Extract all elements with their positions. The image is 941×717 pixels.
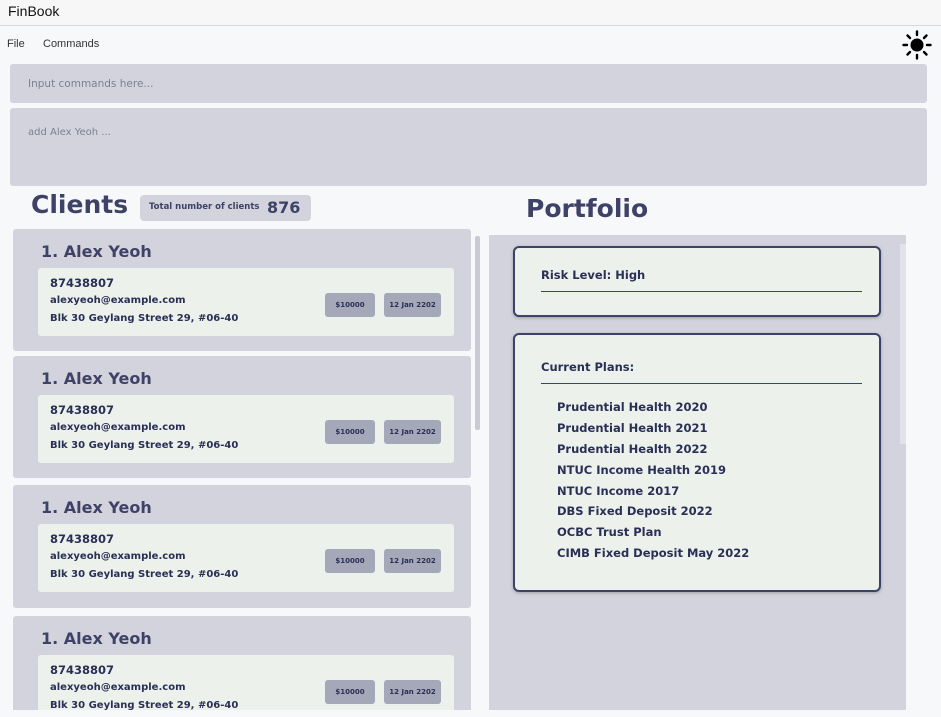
client-phone: 87438807 [50, 276, 115, 290]
client-email: alexyeoh@example.com [50, 551, 186, 562]
menu-bar: File Commands [0, 27, 941, 61]
client-details: 87438807 alexyeoh@example.com Blk 30 Gey… [38, 655, 454, 710]
client-date-tag: 12 Jan 2202 [384, 680, 441, 704]
app-title: FinBook [8, 3, 60, 19]
clients-heading: Clients [31, 190, 129, 219]
plans-divider [541, 383, 862, 384]
plan-item: Prudential Health 2021 [557, 420, 708, 435]
client-address: Blk 30 Geylang Street 29, #06-40 [50, 440, 239, 451]
menu-file[interactable]: File [7, 38, 25, 50]
risk-divider [541, 291, 862, 292]
plan-item: NTUC Income 2017 [557, 483, 680, 498]
client-details: 87438807 alexyeoh@example.com Blk 30 Gey… [38, 268, 454, 336]
client-count-badge: Total number of clients 876 [140, 195, 311, 221]
client-card[interactable]: 1. Alex Yeoh 87438807 alexyeoh@example.c… [13, 616, 471, 710]
plan-item: NTUC Income Health 2019 [557, 462, 727, 477]
plan-item: CIMB Fixed Deposit May 2022 [557, 546, 750, 561]
client-address: Blk 30 Geylang Street 29, #06-40 [50, 313, 239, 324]
client-details: 87438807 alexyeoh@example.com Blk 30 Gey… [38, 395, 454, 463]
client-card[interactable]: 1. Alex Yeoh 87438807 alexyeoh@example.c… [13, 229, 471, 351]
plan-item: Prudential Health 2020 [557, 400, 708, 414]
plan-item: Prudential Health 2022 [557, 441, 708, 456]
client-amount-tag: $10000 [325, 549, 375, 573]
client-card[interactable]: 1. Alex Yeoh 87438807 alexyeoh@example.c… [13, 485, 471, 608]
current-plans-box: Current Plans: Prudential Health 2020 Pr… [513, 333, 881, 592]
client-count-value: 876 [267, 198, 301, 217]
client-name: 1. Alex Yeoh [41, 242, 152, 261]
client-name: 1. Alex Yeoh [41, 369, 152, 388]
title-bar: FinBook [0, 0, 941, 26]
menu-commands[interactable]: Commands [43, 38, 99, 50]
client-count-label: Total number of clients [149, 202, 260, 212]
client-amount-tag: $10000 [325, 680, 375, 704]
client-name: 1. Alex Yeoh [41, 629, 152, 648]
client-email: alexyeoh@example.com [50, 295, 186, 306]
portfolio-scrollbar[interactable] [900, 244, 906, 444]
client-card[interactable]: 1. Alex Yeoh 87438807 alexyeoh@example.c… [13, 356, 471, 478]
risk-level-text: Risk Level: High [541, 268, 646, 282]
client-phone: 87438807 [50, 663, 115, 677]
portfolio-heading: Portfolio [526, 194, 649, 223]
risk-level-box: Risk Level: High [513, 246, 881, 317]
client-amount-tag: $10000 [325, 293, 375, 317]
client-email: alexyeoh@example.com [50, 682, 186, 693]
current-plans-heading: Current Plans: [541, 360, 635, 374]
client-amount-tag: $10000 [325, 420, 375, 444]
client-phone: 87438807 [50, 403, 115, 417]
client-details: 87438807 alexyeoh@example.com Blk 30 Gey… [38, 524, 454, 592]
sun-icon[interactable] [902, 30, 932, 60]
client-address: Blk 30 Geylang Street 29, #06-40 [50, 700, 239, 710]
client-phone: 87438807 [50, 532, 115, 546]
client-address: Blk 30 Geylang Street 29, #06-40 [50, 569, 239, 580]
client-list-scrollbar[interactable] [475, 236, 480, 430]
result-display: add Alex Yeoh ... [10, 108, 927, 186]
client-date-tag: 12 Jan 2202 [384, 549, 441, 573]
client-email: alexyeoh@example.com [50, 422, 186, 433]
client-name: 1. Alex Yeoh [41, 498, 152, 517]
plan-item: OCBC Trust Plan [557, 525, 662, 540]
command-input[interactable] [10, 64, 927, 103]
plan-item: DBS Fixed Deposit 2022 [557, 504, 713, 519]
client-date-tag: 12 Jan 2202 [384, 420, 441, 444]
client-list[interactable]: 1. Alex Yeoh 87438807 alexyeoh@example.c… [12, 228, 482, 710]
client-date-tag: 12 Jan 2202 [384, 293, 441, 317]
plans-list: Prudential Health 2020 Prudential Health… [557, 397, 749, 564]
